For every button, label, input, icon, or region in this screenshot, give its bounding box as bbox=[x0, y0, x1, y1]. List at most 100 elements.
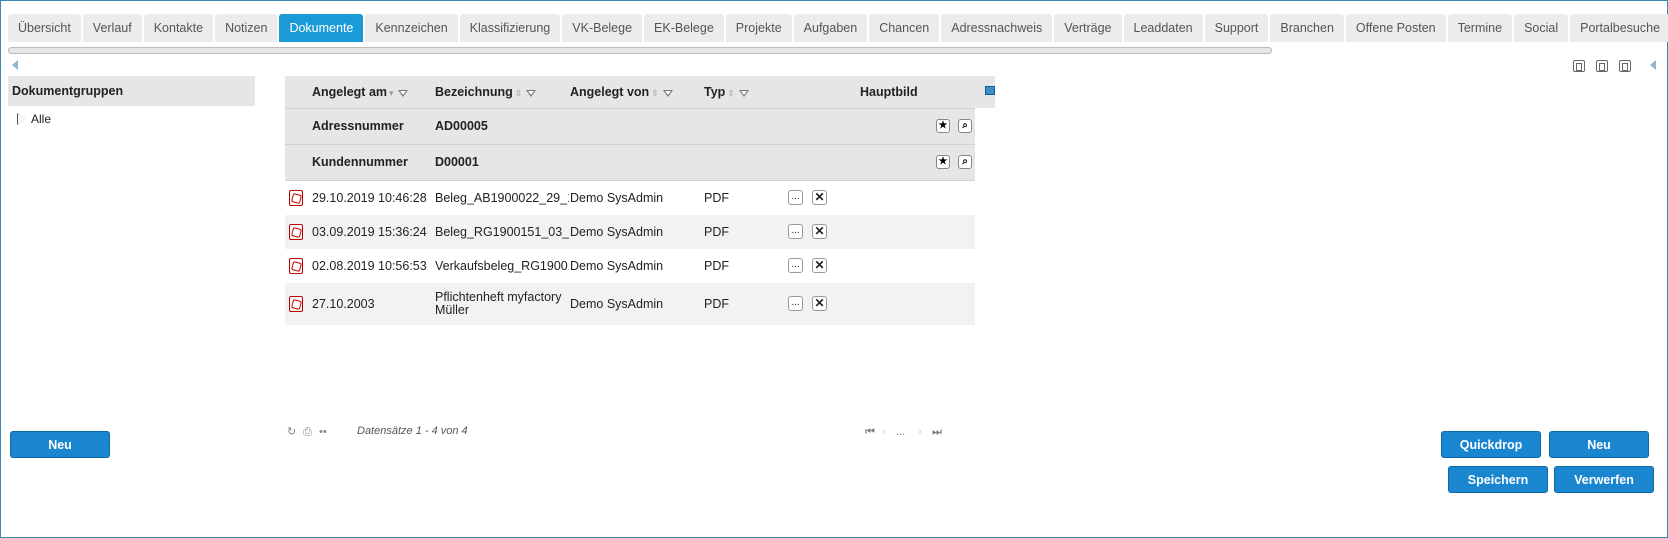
tree-item-all[interactable]: Alle bbox=[8, 111, 255, 127]
filter-icon[interactable] bbox=[738, 90, 749, 97]
table-row[interactable]: 03.09.2019 15:36:24 Beleg_RG1900151_03_(D… bbox=[285, 215, 975, 249]
quickdrop-button[interactable]: Quickdrop bbox=[1441, 431, 1541, 458]
table-row[interactable]: 02.08.2019 10:56:53 Verkaufsbeleg_RG19001… bbox=[285, 249, 975, 283]
tab-verlauf[interactable]: Verlauf bbox=[82, 14, 142, 42]
cell-created: 02.08.2019 10:56:53 bbox=[312, 259, 427, 273]
sort-icon[interactable]: ▾ bbox=[389, 77, 394, 109]
tab-dokumente[interactable]: Dokumente bbox=[279, 14, 364, 42]
cell-name-line1: Beleg_RG1900151_03_( bbox=[435, 224, 569, 239]
pin-icon[interactable]: ★ bbox=[936, 119, 950, 133]
prev-page-icon[interactable]: ‹ bbox=[882, 426, 886, 438]
filter-icon[interactable] bbox=[397, 90, 408, 97]
tab-scrollbar[interactable] bbox=[8, 47, 1272, 54]
sort-icon[interactable]: ⇳ bbox=[651, 77, 659, 109]
pdf-icon[interactable] bbox=[289, 258, 303, 274]
column-main-image: Hauptbild bbox=[860, 76, 918, 108]
row-more-button[interactable]: ... bbox=[788, 224, 803, 239]
first-page-icon[interactable]: ⏮ bbox=[865, 426, 875, 439]
print-icon[interactable]: ⎙ bbox=[303, 427, 313, 438]
tab-termine[interactable]: Termine bbox=[1447, 14, 1513, 42]
cell-type: PDF bbox=[704, 191, 729, 205]
filter-row-address: Adressnummer AD00005 ★ ⌕ bbox=[285, 108, 975, 144]
cell-created-by: Demo SysAdmin bbox=[570, 191, 664, 205]
row-delete-button[interactable]: ✕ bbox=[812, 190, 827, 205]
documents-grid: Angelegt am ▾ Bezeichnung ⇳ Angelegt von ⇳ … bbox=[285, 76, 995, 325]
settings-dots-icon[interactable]: •• bbox=[319, 427, 329, 438]
pager-ellipsis[interactable]: ... bbox=[896, 426, 905, 438]
discard-button[interactable]: Verwerfen bbox=[1554, 466, 1654, 493]
filter-value: AD00005 bbox=[435, 119, 488, 133]
column-created-by[interactable]: Angelegt von ⇳ bbox=[570, 76, 673, 108]
cell-name: Pflichtenheft myfactory Müller bbox=[435, 283, 569, 325]
tab-aufgaben[interactable]: Aufgaben bbox=[793, 14, 868, 42]
filter-icon[interactable] bbox=[662, 90, 673, 97]
cell-created: 27.10.2003 bbox=[312, 297, 375, 311]
row-delete-button[interactable]: ✕ bbox=[812, 296, 827, 311]
cell-created-by: Demo SysAdmin bbox=[570, 225, 664, 239]
save-button[interactable]: Speichern bbox=[1448, 466, 1548, 493]
tab-kennzeichen[interactable]: Kennzeichen bbox=[365, 14, 458, 42]
row-delete-button[interactable]: ✕ bbox=[812, 224, 827, 239]
cell-created: 29.10.2019 10:46:28 bbox=[312, 191, 427, 205]
next-page-icon[interactable]: › bbox=[918, 426, 922, 438]
tab-offene-posten[interactable]: Offene Posten bbox=[1345, 14, 1446, 42]
table-row[interactable]: 29.10.2019 10:46:28 Beleg_AB1900022_29_1 D… bbox=[285, 181, 975, 215]
search-icon[interactable]: ⌕ bbox=[958, 155, 972, 169]
refresh-icon[interactable]: ↻ bbox=[287, 427, 297, 438]
row-more-button[interactable]: ... bbox=[788, 258, 803, 273]
tab-verträge[interactable]: Verträge bbox=[1054, 14, 1122, 42]
cell-name: Beleg_RG1900151_03_( bbox=[435, 215, 569, 249]
tab-kontakte[interactable]: Kontakte bbox=[143, 14, 214, 42]
cell-created-by: Demo SysAdmin bbox=[570, 297, 664, 311]
tab-projekte[interactable]: Projekte bbox=[725, 14, 792, 42]
tab-portalbesuche[interactable]: Portalbesuche bbox=[1570, 14, 1668, 42]
pin-icon[interactable]: ★ bbox=[936, 155, 950, 169]
tab-chancen[interactable]: Chancen bbox=[869, 14, 940, 42]
tree-item-label: Alle bbox=[31, 112, 52, 126]
row-more-button[interactable]: ... bbox=[788, 296, 803, 311]
expand-triangle-icon[interactable] bbox=[17, 113, 25, 125]
tab-klassifizierung[interactable]: Klassifizierung bbox=[459, 14, 561, 42]
cell-created-by: Demo SysAdmin bbox=[570, 259, 664, 273]
pdf-icon[interactable] bbox=[289, 224, 303, 240]
filter-label: Kundennummer bbox=[312, 155, 408, 169]
sort-icon[interactable]: ⇳ bbox=[727, 77, 735, 109]
tab-übersicht[interactable]: Übersicht bbox=[8, 14, 81, 42]
filter-icon[interactable] bbox=[526, 90, 537, 97]
filter-label: Adressnummer bbox=[312, 119, 404, 133]
cell-created: 03.09.2019 15:36:24 bbox=[312, 225, 427, 239]
last-page-icon[interactable]: ⏭ bbox=[932, 426, 942, 439]
sort-icon[interactable]: ⇳ bbox=[515, 77, 523, 109]
layout-bottom-icon[interactable] bbox=[1596, 60, 1608, 72]
tab-vk-belege[interactable]: VK-Belege bbox=[562, 14, 643, 42]
table-row[interactable]: 27.10.2003 Pflichtenheft myfactory Müller D… bbox=[285, 283, 975, 325]
column-main-image-label: Hauptbild bbox=[860, 85, 918, 99]
pdf-icon[interactable] bbox=[289, 296, 303, 312]
collapse-panel-icon[interactable] bbox=[1650, 60, 1656, 70]
tab-ek-belege[interactable]: EK-Belege bbox=[644, 14, 724, 42]
column-created[interactable]: Angelegt am ▾ bbox=[312, 76, 408, 108]
tab-branchen[interactable]: Branchen bbox=[1270, 14, 1344, 42]
column-created-label: Angelegt am bbox=[312, 85, 388, 99]
tab-social[interactable]: Social bbox=[1514, 14, 1569, 42]
new-document-button[interactable]: Neu bbox=[1549, 431, 1649, 458]
tab-adressnachweis[interactable]: Adressnachweis bbox=[941, 14, 1053, 42]
document-groups-panel: Dokumentgruppen Alle bbox=[8, 76, 255, 127]
scroll-left-icon[interactable] bbox=[12, 60, 18, 70]
row-more-button[interactable]: ... bbox=[788, 190, 803, 205]
column-name[interactable]: Bezeichnung ⇳ bbox=[435, 76, 537, 109]
cell-type: PDF bbox=[704, 259, 729, 273]
document-groups-title: Dokumentgruppen bbox=[8, 76, 255, 106]
tab-leaddaten[interactable]: Leaddaten bbox=[1123, 14, 1203, 42]
column-type[interactable]: Typ ⇳ bbox=[704, 76, 749, 108]
tab-notizen[interactable]: Notizen bbox=[215, 14, 278, 42]
row-delete-button[interactable]: ✕ bbox=[812, 258, 827, 273]
layout-left-icon[interactable] bbox=[1573, 60, 1585, 72]
cell-name-line2: Müller bbox=[435, 303, 470, 317]
grid-header: Angelegt am ▾ Bezeichnung ⇳ Angelegt von ⇳ … bbox=[285, 76, 995, 108]
new-group-button[interactable]: Neu bbox=[10, 431, 110, 458]
tab-support[interactable]: Support bbox=[1204, 14, 1269, 42]
layout-right-icon[interactable] bbox=[1619, 60, 1631, 72]
pdf-icon[interactable] bbox=[289, 190, 303, 206]
search-icon[interactable]: ⌕ bbox=[958, 119, 972, 133]
